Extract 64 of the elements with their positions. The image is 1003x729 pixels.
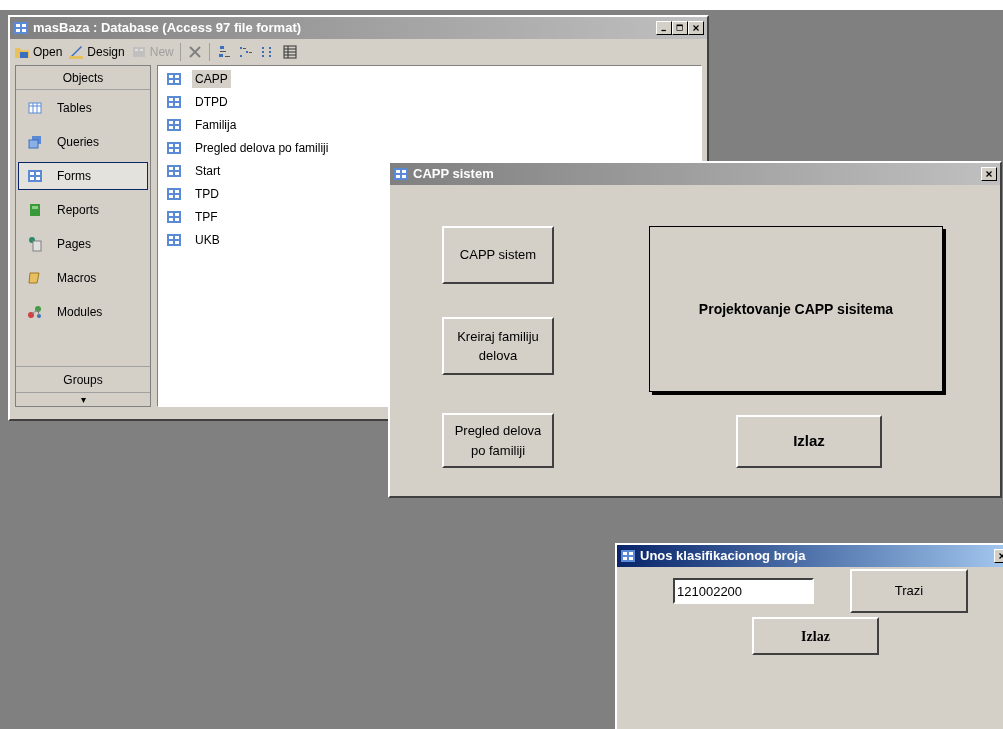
form-button[interactable]: Pregled delova po familiji xyxy=(442,413,554,468)
design-button[interactable]: Design xyxy=(68,43,125,61)
exit-button[interactable]: Izlaz xyxy=(752,617,879,655)
input-field[interactable]: 121002200 xyxy=(673,578,814,604)
query-icon xyxy=(27,134,43,150)
title-label: Projektovanje CAPP sisitema xyxy=(649,226,943,392)
scroll-down-button[interactable]: ▾ xyxy=(16,392,150,406)
form-icon xyxy=(166,186,182,202)
sidebar-item[interactable]: Pages xyxy=(18,230,148,258)
close-button[interactable] xyxy=(688,21,704,35)
form-icon xyxy=(13,20,29,36)
sidebar-item[interactable]: Forms xyxy=(18,162,148,190)
search-button[interactable]: Trazi xyxy=(850,569,968,613)
form-icon xyxy=(620,548,636,564)
close-icon xyxy=(691,23,701,33)
list-item[interactable]: DTPD xyxy=(192,93,231,111)
list-item[interactable]: Pregled delova po familiji xyxy=(192,139,332,157)
form-button[interactable]: CAPP sistem xyxy=(442,226,554,284)
delete-button[interactable] xyxy=(186,44,203,60)
form-icon xyxy=(27,168,43,184)
maximize-button[interactable] xyxy=(672,21,688,35)
list-item[interactable]: Start xyxy=(192,162,224,180)
sidebar-item[interactable]: Reports xyxy=(18,196,148,224)
form-icon xyxy=(166,232,182,248)
sidebar-item[interactable]: Macros xyxy=(18,264,148,292)
form-icon xyxy=(166,163,182,179)
list-item[interactable]: UKB xyxy=(192,231,223,249)
small-icons-icon xyxy=(237,44,254,60)
section-header[interactable]: Objects xyxy=(16,66,150,90)
form-icon xyxy=(393,166,409,182)
maximize-icon xyxy=(675,23,685,33)
pencil-ruler-icon xyxy=(68,44,85,60)
close-icon xyxy=(984,169,994,179)
table-icon xyxy=(27,100,43,116)
list-item[interactable]: TPD xyxy=(192,185,222,203)
list-item[interactable]: CAPP xyxy=(192,70,231,88)
window-title: masBaza : Database (Access 97 file format) xyxy=(33,19,303,38)
form-icon xyxy=(130,44,147,60)
exit-button[interactable]: Izlaz xyxy=(736,415,882,468)
small-buttons-icon[interactable] xyxy=(237,44,254,60)
form-icon xyxy=(166,71,182,87)
details-icon xyxy=(281,44,298,60)
form-button[interactable]: Kreiraj familiju delova xyxy=(442,317,554,375)
close-button[interactable] xyxy=(981,167,997,181)
sidebar-item[interactable]: Tables xyxy=(18,94,148,122)
modules-icon xyxy=(27,304,43,320)
form-icon xyxy=(166,140,182,156)
report-icon xyxy=(27,202,43,218)
window-title: CAPP sistem xyxy=(413,165,495,184)
form-icon xyxy=(166,209,182,225)
list-item[interactable]: TPF xyxy=(192,208,221,226)
open-button[interactable]: Open xyxy=(14,43,63,61)
form-icon xyxy=(166,94,182,110)
form-icon xyxy=(166,117,182,133)
scroll-icon xyxy=(27,270,43,286)
minimize-button[interactable] xyxy=(656,21,672,35)
section-header[interactable]: Groups xyxy=(16,366,150,392)
sidebar-item[interactable]: Modules xyxy=(18,298,148,326)
delete-icon xyxy=(186,44,203,60)
page-icon xyxy=(27,236,43,252)
sidebar-item[interactable]: Queries xyxy=(18,128,148,156)
window-title: Unos klasifikacionog broja xyxy=(640,547,807,566)
details-button[interactable] xyxy=(281,44,298,60)
list-item[interactable]: Familija xyxy=(192,116,240,134)
